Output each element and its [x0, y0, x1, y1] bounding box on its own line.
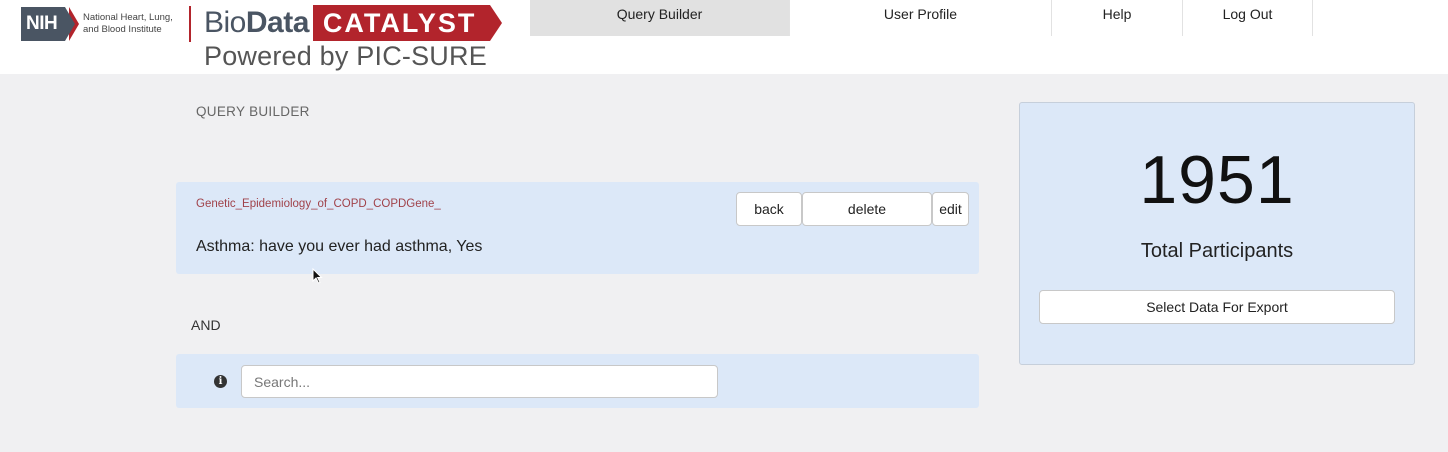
brand-wordmark: BioData — [204, 6, 309, 40]
nav-tab-user-profile[interactable]: User Profile — [790, 0, 1052, 36]
nih-institute-name: National Heart, Lung, and Blood Institut… — [83, 12, 183, 36]
filter-description: Asthma: have you ever had asthma, Yes — [196, 238, 483, 255]
total-participants-label: Total Participants — [1140, 240, 1294, 262]
brand-catalyst-badge: CATALYST — [312, 5, 502, 41]
search-input[interactable] — [241, 365, 718, 398]
brand-bio-text: Bio — [204, 6, 246, 39]
app-header: NIH National Heart, Lung, and Blood Inst… — [0, 0, 1448, 74]
query-filter-panel: Genetic_Epidemiology_of_COPD_COPDGene_ A… — [176, 182, 979, 274]
nih-institute-line2: and Blood Institute — [83, 24, 162, 35]
biodata-catalyst-logo[interactable]: BioData CATALYST Powered by PIC-SURE — [204, 4, 502, 72]
brand-powered-by: Powered by PIC-SURE — [204, 41, 487, 71]
nav-tab-query-builder[interactable]: Query Builder — [530, 0, 790, 36]
brand-divider — [189, 6, 191, 42]
filter-study-name: Genetic_Epidemiology_of_COPD_COPDGene_ — [196, 198, 441, 210]
nih-institute-line1: National Heart, Lung, — [83, 12, 173, 23]
search-panel: i — [176, 354, 979, 408]
total-participants-count: 1951 — [1139, 142, 1295, 218]
page-title: QUERY BUILDER — [196, 104, 310, 119]
nav-tab-log-out[interactable]: Log Out — [1183, 0, 1313, 36]
nav-tab-help[interactable]: Help — [1052, 0, 1183, 36]
mouse-cursor-icon — [312, 267, 323, 284]
select-data-export-button[interactable]: Select Data For Export — [1039, 290, 1395, 324]
nih-mark-text: NIH — [21, 7, 65, 41]
nih-logo[interactable]: NIH National Heart, Lung, and Blood Inst… — [21, 7, 183, 41]
participant-count-card: 1951 Total Participants Select Data For … — [1019, 102, 1415, 365]
filter-edit-button[interactable]: edit — [932, 192, 969, 226]
filter-back-button[interactable]: back — [736, 192, 802, 226]
query-operator-label: AND — [191, 317, 221, 333]
nih-mark-icon: NIH — [21, 7, 79, 41]
brand-data-text: Data — [245, 6, 310, 39]
info-icon[interactable]: i — [214, 375, 227, 388]
filter-delete-button[interactable]: delete — [802, 192, 932, 226]
